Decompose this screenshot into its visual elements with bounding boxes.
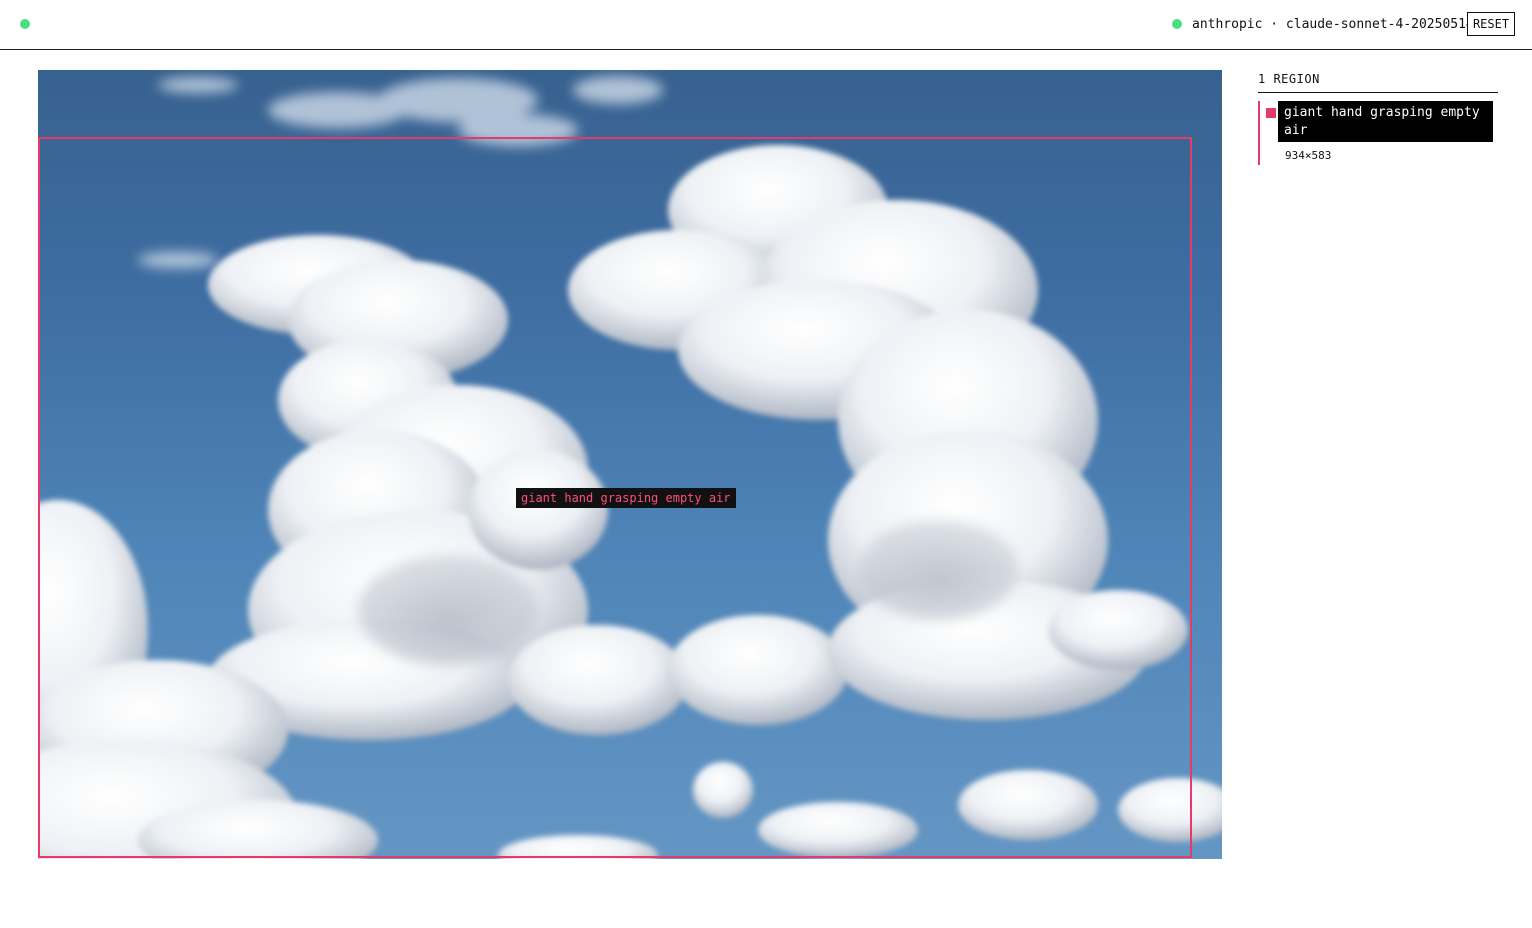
color-swatch-icon xyxy=(1266,108,1276,118)
model-status-dot-icon xyxy=(1172,19,1182,29)
image-canvas[interactable]: giant hand grasping empty air xyxy=(38,70,1222,859)
region-tag: giant hand grasping empty air xyxy=(516,488,736,508)
regions-count-header: 1 REGION xyxy=(1258,70,1498,93)
region-list-item[interactable]: giant hand grasping empty air 934×583 xyxy=(1258,101,1498,165)
reset-button[interactable]: RESET xyxy=(1467,12,1515,36)
top-bar: anthropic · claude-sonnet-4-20250514 RES… xyxy=(0,0,1532,50)
region-size: 934×583 xyxy=(1285,149,1332,162)
region-label[interactable]: giant hand grasping empty air xyxy=(1278,101,1493,142)
status-dot-icon xyxy=(20,19,30,29)
regions-panel: 1 REGION giant hand grasping empty air 9… xyxy=(1258,70,1498,165)
model-label: anthropic · claude-sonnet-4-20250514 xyxy=(1192,17,1474,32)
